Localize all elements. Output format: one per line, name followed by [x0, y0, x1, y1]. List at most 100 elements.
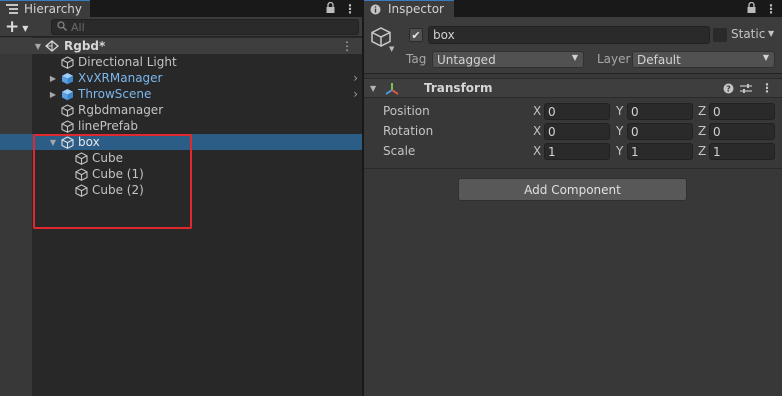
transform-axes-icon: [384, 81, 400, 97]
foldout-collapsed-icon[interactable]: ▶: [48, 89, 58, 99]
help-icon[interactable]: ?: [721, 81, 735, 95]
inspector-panel: Inspector ⋮ ▼ ✔ box Static ▼ Tag Untagge…: [364, 0, 782, 396]
foldout-expanded-icon[interactable]: ▼: [48, 137, 58, 147]
tree-item-label: Cube: [92, 151, 123, 165]
inspector-tab[interactable]: Inspector: [364, 0, 454, 17]
tree-item-cube-1[interactable]: Cube (1): [0, 166, 362, 182]
hierarchy-search-input[interactable]: [71, 20, 271, 34]
dropdown-arrow-icon: ▼: [762, 53, 769, 62]
scale-z-field[interactable]: 1: [709, 143, 775, 160]
object-name-field[interactable]: box: [428, 26, 710, 44]
tree-item-throwscene[interactable]: ▶ ThrowScene ›: [0, 86, 362, 102]
hierarchy-tree: ▼ Rgbd* ⋮ Directional Light ▶ XvXRManage…: [0, 37, 362, 396]
open-prefab-chevron-icon[interactable]: ›: [353, 71, 358, 85]
tree-item-rgbdmanager[interactable]: Rgbdmanager: [0, 102, 362, 118]
hierarchy-tab[interactable]: Hierarchy: [0, 0, 90, 17]
axis-x-label[interactable]: X: [533, 104, 541, 118]
tag-dropdown[interactable]: Untagged ▼: [432, 51, 584, 68]
lock-icon[interactable]: [326, 1, 335, 16]
gameobject-header: ▼ ✔ box Static ▼ Tag Untagged ▼ Layer De…: [364, 17, 782, 74]
foldout-collapsed-icon[interactable]: ▶: [48, 73, 58, 83]
static-label: Static: [731, 27, 766, 41]
tree-item-lineprefab[interactable]: linePrefab: [0, 118, 362, 134]
axis-y-label[interactable]: Y: [616, 104, 623, 118]
scene-row[interactable]: ▼ Rgbd* ⋮: [0, 38, 362, 54]
gameobject-cube-icon: [74, 151, 88, 165]
axis-y-label[interactable]: Y: [616, 144, 623, 158]
hierarchy-search: [51, 19, 359, 35]
tree-item-label: XvXRManager: [78, 71, 163, 85]
tree-item-label: Cube (1): [92, 167, 144, 181]
tree-item-label: linePrefab: [78, 119, 138, 133]
plus-icon: +: [5, 16, 20, 37]
rotation-y-field[interactable]: 0: [627, 123, 693, 140]
hierarchy-toolbar: + ▼: [0, 17, 362, 37]
static-dropdown-icon[interactable]: ▼: [768, 29, 774, 38]
gameobject-cube-icon: [60, 55, 74, 69]
presets-sliders-icon[interactable]: [739, 81, 753, 95]
hierarchy-panel: Hierarchy ⋮ + ▼ ▼ Rgbd*: [0, 0, 362, 396]
dropdown-arrow-icon: ▼: [571, 53, 578, 62]
gameobject-cube-icon: [60, 119, 74, 133]
open-prefab-chevron-icon[interactable]: ›: [353, 87, 358, 101]
gameobject-cube-icon: [74, 183, 88, 197]
foldout-expanded-icon[interactable]: ▼: [33, 41, 43, 51]
rotation-label: Rotation: [383, 124, 434, 138]
axis-z-label[interactable]: Z: [698, 144, 706, 158]
tree-item-xvxrmanager[interactable]: ▶ XvXRManager ›: [0, 70, 362, 86]
tree-item-label: Rgbdmanager: [78, 103, 164, 117]
add-component-button[interactable]: Add Component: [458, 178, 687, 201]
static-checkbox[interactable]: [713, 28, 727, 42]
gameobject-cube-icon: [60, 135, 74, 149]
svg-text:?: ?: [726, 84, 731, 93]
prefab-cube-icon: [60, 87, 74, 101]
unity-scene-icon: [45, 39, 59, 53]
tree-item-box[interactable]: ▼ box: [0, 134, 362, 150]
hierarchy-list-icon: [6, 4, 18, 14]
rotation-z-field[interactable]: 0: [709, 123, 775, 140]
axis-x-label[interactable]: X: [533, 124, 541, 138]
position-z-field[interactable]: 0: [709, 103, 775, 120]
panel-menu-icon[interactable]: ⋮: [344, 2, 356, 16]
component-separator: [364, 168, 782, 169]
tree-item-cube[interactable]: Cube: [0, 150, 362, 166]
prefab-cube-icon: [60, 71, 74, 85]
scene-menu-icon[interactable]: ⋮: [341, 40, 353, 52]
component-menu-icon[interactable]: ⋮: [760, 81, 774, 95]
gameobject-cube-icon: [60, 103, 74, 117]
hierarchy-tab-bar: Hierarchy ⋮: [0, 0, 362, 17]
caret-down-icon: ▼: [22, 23, 29, 33]
lock-icon[interactable]: [747, 1, 756, 16]
scale-x-field[interactable]: 1: [544, 143, 610, 160]
tree-item-directional-light[interactable]: Directional Light: [0, 54, 362, 70]
component-title: Transform: [424, 81, 493, 95]
scene-name: Rgbd*: [64, 39, 106, 53]
gameobject-cube-icon: [74, 167, 88, 181]
tree-item-cube-2[interactable]: Cube (2): [0, 182, 362, 198]
transform-component-header[interactable]: ▼ Transform ? ⋮: [364, 78, 782, 98]
scale-y-field[interactable]: 1: [627, 143, 693, 160]
info-icon: [370, 4, 382, 14]
active-checkbox[interactable]: ✔: [409, 28, 423, 42]
create-button[interactable]: + ▼: [5, 18, 33, 36]
tree-item-label: ThrowScene: [78, 87, 152, 101]
caret-down-icon[interactable]: ▼: [389, 45, 394, 53]
axis-x-label[interactable]: X: [533, 144, 541, 158]
rotation-x-field[interactable]: 0: [544, 123, 610, 140]
axis-z-label[interactable]: Z: [698, 124, 706, 138]
scale-label: Scale: [383, 144, 416, 158]
layer-dropdown[interactable]: Default ▼: [632, 51, 775, 68]
position-label: Position: [383, 104, 430, 118]
panel-menu-icon[interactable]: ⋮: [765, 2, 777, 16]
hierarchy-tab-label: Hierarchy: [24, 2, 83, 16]
tree-item-label: Cube (2): [92, 183, 144, 197]
position-x-field[interactable]: 0: [544, 103, 610, 120]
foldout-expanded-icon[interactable]: ▼: [370, 84, 376, 93]
axis-y-label[interactable]: Y: [616, 124, 623, 138]
tree-item-label: box: [78, 135, 100, 149]
tree-item-label: Directional Light: [78, 55, 177, 69]
position-y-field[interactable]: 0: [627, 103, 693, 120]
inspector-tab-label: Inspector: [388, 2, 444, 16]
search-icon: [57, 20, 67, 34]
axis-z-label[interactable]: Z: [698, 104, 706, 118]
